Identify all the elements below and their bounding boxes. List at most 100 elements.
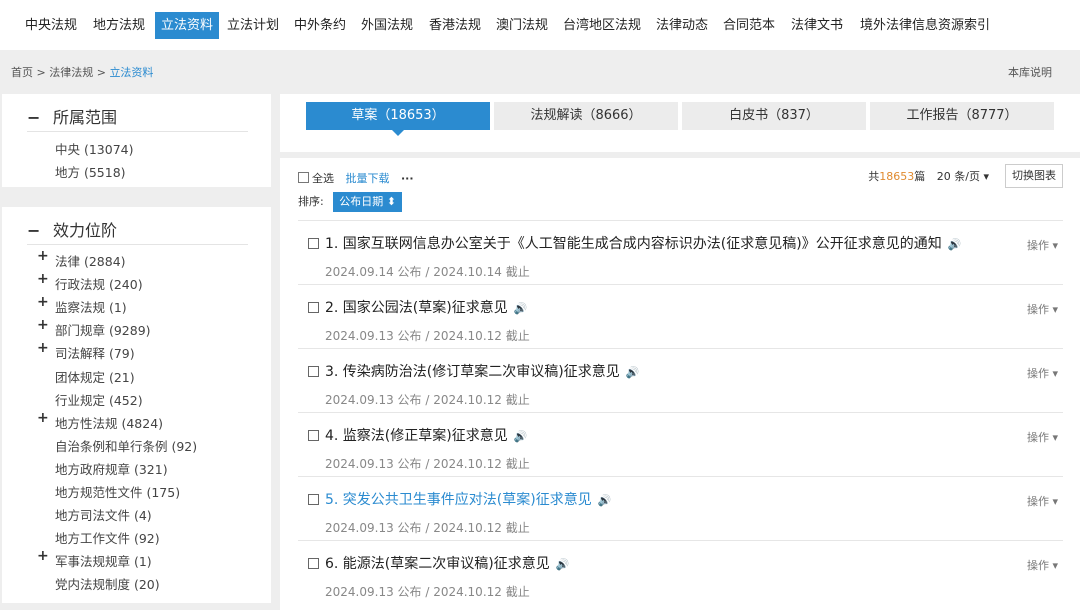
nav-item[interactable]: 法律动态 bbox=[650, 12, 714, 39]
top-nav: 中央法规 地方法规 立法资料 立法计划 中外条约 外国法规 香港法规 澳门法规 台湾地区法规 法律… bbox=[0, 0, 1080, 50]
row-actions-dropdown[interactable]: 操作 ▾ bbox=[1027, 301, 1058, 317]
sort-by-date-button[interactable]: 公布日期 ⬍ bbox=[333, 192, 402, 212]
facet-rank-item[interactable]: 地方司法文件 (4) bbox=[55, 505, 152, 524]
facet-rank-item[interactable]: 部门规章 (9289) bbox=[55, 320, 151, 339]
nav-item[interactable]: 中外条约 bbox=[288, 12, 352, 39]
facet-rank-item[interactable]: 团体规定 (21) bbox=[55, 367, 135, 386]
speaker-icon[interactable]: 🔊 bbox=[948, 238, 962, 251]
breadcrumb-current[interactable]: 立法资料 bbox=[109, 66, 153, 79]
row-checkbox[interactable] bbox=[308, 430, 319, 441]
speaker-icon[interactable]: 🔊 bbox=[514, 302, 528, 315]
result-row: 2. 国家公园法(草案)征求意见 🔊 2024.09.13 公布 / 2024.10… bbox=[298, 284, 1063, 349]
nav-item[interactable]: 中央法规 bbox=[18, 12, 84, 39]
result-dates: 2024.09.14 公布 / 2024.10.14 截止 bbox=[325, 265, 530, 279]
scope-title-text: 所属范围 bbox=[53, 108, 118, 127]
breadcrumb-home[interactable]: 首页 bbox=[11, 66, 33, 79]
result-dates: 2024.09.13 公布 / 2024.10.12 截止 bbox=[325, 457, 530, 471]
total-suffix: 篇 bbox=[914, 170, 926, 183]
row-checkbox[interactable] bbox=[308, 494, 319, 505]
select-all-label[interactable]: 全选 bbox=[312, 172, 334, 185]
expand-icon[interactable]: + bbox=[37, 248, 49, 264]
nav-item[interactable]: 法律文书 bbox=[785, 12, 849, 39]
breadcrumb-section[interactable]: 法律法规 bbox=[49, 66, 93, 79]
collapse-icon[interactable]: − bbox=[27, 108, 40, 127]
result-row: 3. 传染病防治法(修订草案二次审议稿)征求意见 🔊 2024.09.13 公布 /… bbox=[298, 348, 1063, 413]
expand-icon[interactable]: + bbox=[37, 410, 49, 426]
facet-rank-item[interactable]: 地方性法规 (4824) bbox=[55, 413, 163, 432]
tab-label: 法规解读（8666） bbox=[530, 108, 642, 123]
nav-item[interactable]: 立法资料 bbox=[155, 12, 219, 39]
scope-panel-title[interactable]: − 所属范围 bbox=[27, 104, 117, 128]
result-title-link[interactable]: 5. 突发公共卫生事件应对法(草案)征求意见 🔊 bbox=[325, 489, 611, 509]
facet-rank-item[interactable]: 地方政府规章 (321) bbox=[55, 459, 168, 478]
facet-rank-item[interactable]: 党内法规制度 (20) bbox=[55, 574, 160, 593]
row-checkbox[interactable] bbox=[308, 558, 319, 569]
result-title-link[interactable]: 2. 国家公园法(草案)征求意见 🔊 bbox=[325, 297, 527, 317]
expand-icon[interactable]: + bbox=[37, 548, 49, 564]
facet-rank-item[interactable]: 行政法规 (240) bbox=[55, 274, 143, 293]
batch-download-link[interactable]: 批量下载 bbox=[346, 172, 390, 185]
row-actions-dropdown[interactable]: 操作 ▾ bbox=[1027, 557, 1058, 573]
tab-category[interactable]: 草案（18653） bbox=[306, 102, 490, 136]
list-toolbar: 全选 批量下载 ··· bbox=[298, 170, 414, 186]
nav-item[interactable]: 立法计划 bbox=[221, 12, 285, 39]
facet-rank-item[interactable]: 法律 (2884) bbox=[55, 251, 126, 270]
facet-rank-item[interactable]: 自治条例和单行条例 (92) bbox=[55, 436, 197, 455]
row-checkbox[interactable] bbox=[308, 238, 319, 249]
facet-rank-item[interactable]: 军事法规规章 (1) bbox=[55, 551, 152, 570]
speaker-icon[interactable]: 🔊 bbox=[598, 494, 612, 507]
tab-category[interactable]: 工作报告（8777） bbox=[870, 102, 1054, 130]
category-tabs: 草案（18653） 法规解读（8666） 白皮书（837） 工作报告（8777） bbox=[280, 94, 1080, 152]
expand-icon[interactable]: + bbox=[37, 294, 49, 310]
tab-category[interactable]: 白皮书（837） bbox=[682, 102, 866, 130]
result-row: 1. 国家互联网信息办公室关于《人工智能生成合成内容标识办法(征求意见稿)》公开… bbox=[298, 220, 1063, 285]
speaker-icon[interactable]: 🔊 bbox=[626, 366, 640, 379]
divider bbox=[27, 244, 248, 245]
row-checkbox[interactable] bbox=[308, 302, 319, 313]
library-note-link[interactable]: 本库说明 bbox=[1008, 64, 1052, 80]
row-checkbox[interactable] bbox=[308, 366, 319, 377]
row-actions-dropdown[interactable]: 操作 ▾ bbox=[1027, 237, 1058, 253]
result-title-text: 2. 国家公园法(草案)征求意见 bbox=[325, 300, 508, 316]
row-actions-dropdown[interactable]: 操作 ▾ bbox=[1027, 365, 1058, 381]
expand-icon[interactable]: + bbox=[37, 340, 49, 356]
nav-item[interactable]: 外国法规 bbox=[355, 12, 419, 39]
result-row: 6. 能源法(草案二次审议稿)征求意见 🔊 2024.09.13 公布 / 2024… bbox=[298, 540, 1063, 605]
row-actions-dropdown[interactable]: 操作 ▾ bbox=[1027, 429, 1058, 445]
nav-item[interactable]: 香港法规 bbox=[423, 12, 487, 39]
result-title-text: 3. 传染病防治法(修订草案二次审议稿)征求意见 bbox=[325, 364, 620, 380]
row-actions-dropdown[interactable]: 操作 ▾ bbox=[1027, 493, 1058, 509]
speaker-icon[interactable]: 🔊 bbox=[514, 430, 528, 443]
per-page-select[interactable]: 20 条/页 ▾ bbox=[937, 170, 989, 183]
facet-rank-item[interactable]: 司法解释 (79) bbox=[55, 343, 135, 362]
total-prefix: 共 bbox=[868, 170, 880, 183]
select-all-checkbox[interactable] bbox=[298, 172, 309, 183]
result-title-link[interactable]: 4. 监察法(修正草案)征求意见 🔊 bbox=[325, 425, 527, 445]
tab-category[interactable]: 法规解读（8666） bbox=[494, 102, 678, 130]
facet-rank-item[interactable]: 监察法规 (1) bbox=[55, 297, 127, 316]
facet-rank-item[interactable]: 地方规范性文件 (175) bbox=[55, 482, 180, 501]
nav-item[interactable]: 地方法规 bbox=[86, 12, 152, 39]
switch-view-button[interactable]: 切换图表 bbox=[1005, 164, 1063, 188]
nav-item[interactable]: 境外法律信息资源索引 bbox=[852, 12, 998, 39]
nav-item[interactable]: 台湾地区法规 bbox=[557, 12, 647, 39]
facet-rank-item[interactable]: 地方工作文件 (92) bbox=[55, 528, 160, 547]
result-row: 5. 突发公共卫生事件应对法(草案)征求意见 🔊 2024.09.13 公布 / 2… bbox=[298, 476, 1063, 541]
result-title-link[interactable]: 3. 传染病防治法(修订草案二次审议稿)征求意见 🔊 bbox=[325, 361, 639, 381]
rank-title-text: 效力位阶 bbox=[53, 221, 118, 240]
result-title-link[interactable]: 6. 能源法(草案二次审议稿)征求意见 🔊 bbox=[325, 553, 569, 573]
expand-icon[interactable]: + bbox=[37, 271, 49, 287]
scope-panel: − 所属范围 中央 (13074) 地方 (5518) bbox=[2, 94, 271, 187]
collapse-icon[interactable]: − bbox=[27, 221, 40, 240]
more-options-icon[interactable]: ··· bbox=[401, 172, 414, 185]
rank-panel-title[interactable]: − 效力位阶 bbox=[27, 217, 117, 241]
facet-scope-central[interactable]: 中央 (13074) bbox=[55, 139, 134, 158]
result-count: 共18653篇 20 条/页 ▾ bbox=[868, 168, 989, 184]
nav-item[interactable]: 合同范本 bbox=[717, 12, 781, 39]
result-title-link[interactable]: 1. 国家互联网信息办公室关于《人工智能生成合成内容标识办法(征求意见稿)》公开… bbox=[325, 233, 961, 253]
nav-item[interactable]: 澳门法规 bbox=[490, 12, 554, 39]
expand-icon[interactable]: + bbox=[37, 317, 49, 333]
facet-rank-item[interactable]: 行业规定 (452) bbox=[55, 390, 143, 409]
speaker-icon[interactable]: 🔊 bbox=[556, 558, 570, 571]
facet-scope-local[interactable]: 地方 (5518) bbox=[55, 162, 126, 181]
